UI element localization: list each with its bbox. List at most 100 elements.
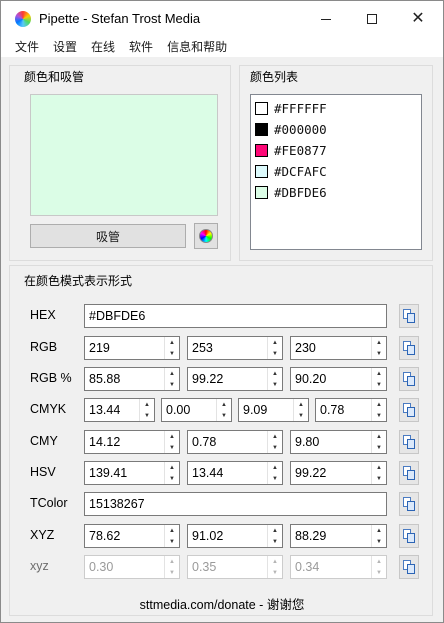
copy-hex-button[interactable] [399, 304, 419, 328]
spin-down-icon[interactable]: ▼ [165, 379, 179, 390]
xyz-small-z-spinner[interactable]: 0.34 ▲ ▼ [290, 555, 387, 579]
spin-down-icon[interactable]: ▼ [165, 567, 179, 578]
rgb-g-spinner[interactable]: 253 ▲ ▼ [187, 336, 283, 360]
pipette-button[interactable]: 吸管 [30, 224, 186, 248]
spin-down-icon[interactable]: ▼ [372, 442, 386, 453]
spin-buttons[interactable]: ▲ ▼ [371, 462, 386, 484]
cmyk-k-spinner[interactable]: 0.78 ▲ ▼ [315, 398, 387, 422]
color-preview[interactable] [30, 94, 218, 216]
spin-buttons[interactable]: ▲ ▼ [164, 368, 179, 390]
menu-file[interactable]: 文件 [1, 37, 45, 57]
maximize-button[interactable] [349, 1, 395, 37]
copy-cmy-button[interactable] [399, 430, 419, 454]
cmyk-y-spinner[interactable]: 9.09 ▲ ▼ [238, 398, 309, 422]
spin-up-icon[interactable]: ▲ [372, 525, 386, 536]
spin-buttons[interactable]: ▲ ▼ [371, 399, 386, 421]
cmyk-c-spinner[interactable]: 13.44 ▲ ▼ [84, 398, 155, 422]
copy-rgb-button[interactable] [399, 336, 419, 360]
cmy-c-spinner[interactable]: 14.12 ▲ ▼ [84, 430, 180, 454]
color-list[interactable]: #FFFFFF #000000 #FE0877 #DCFAFC #DBFDE6 [250, 94, 422, 250]
spin-up-icon[interactable]: ▲ [268, 462, 282, 473]
spin-buttons[interactable]: ▲ ▼ [267, 556, 282, 578]
spin-up-icon[interactable]: ▲ [165, 525, 179, 536]
spin-buttons[interactable]: ▲ ▼ [267, 462, 282, 484]
spin-buttons[interactable]: ▲ ▼ [371, 337, 386, 359]
rgb-r-spinner[interactable]: 219 ▲ ▼ [84, 336, 180, 360]
spin-down-icon[interactable]: ▼ [268, 536, 282, 547]
spin-up-icon[interactable]: ▲ [165, 368, 179, 379]
copy-tcolor-button[interactable] [399, 492, 419, 516]
menu-settings[interactable]: 设置 [45, 37, 83, 57]
spin-up-icon[interactable]: ▲ [165, 431, 179, 442]
copy-xyz-button[interactable] [399, 524, 419, 548]
spin-down-icon[interactable]: ▼ [372, 567, 386, 578]
spin-down-icon[interactable]: ▼ [217, 410, 231, 421]
spin-down-icon[interactable]: ▼ [268, 567, 282, 578]
spin-up-icon[interactable]: ▲ [268, 431, 282, 442]
spin-up-icon[interactable]: ▲ [140, 399, 154, 410]
color-list-item[interactable]: #DCFAFC [251, 161, 421, 182]
spin-up-icon[interactable]: ▲ [165, 462, 179, 473]
spin-buttons[interactable]: ▲ ▼ [267, 525, 282, 547]
donate-link[interactable]: sttmedia.com/donate - 谢谢您 [10, 594, 434, 613]
spin-up-icon[interactable]: ▲ [165, 556, 179, 567]
spin-buttons[interactable]: ▲ ▼ [267, 431, 282, 453]
spin-down-icon[interactable]: ▼ [372, 536, 386, 547]
menu-software[interactable]: 软件 [121, 37, 159, 57]
spin-down-icon[interactable]: ▼ [268, 442, 282, 453]
cmyk-m-spinner[interactable]: 0.00 ▲ ▼ [161, 398, 232, 422]
spin-up-icon[interactable]: ▲ [268, 525, 282, 536]
xyz-z-spinner[interactable]: 88.29 ▲ ▼ [290, 524, 387, 548]
spin-down-icon[interactable]: ▼ [268, 348, 282, 359]
rgb-percent-b-spinner[interactable]: 90.20 ▲ ▼ [290, 367, 387, 391]
spin-up-icon[interactable]: ▲ [294, 399, 308, 410]
hsv-s-spinner[interactable]: 13.44 ▲ ▼ [187, 461, 283, 485]
hsv-v-spinner[interactable]: 99.22 ▲ ▼ [290, 461, 387, 485]
spin-up-icon[interactable]: ▲ [165, 337, 179, 348]
menu-help[interactable]: 信息和帮助 [159, 37, 233, 57]
spin-buttons[interactable]: ▲ ▼ [267, 337, 282, 359]
rgb-b-spinner[interactable]: 230 ▲ ▼ [290, 336, 387, 360]
xyz-x-spinner[interactable]: 78.62 ▲ ▼ [84, 524, 180, 548]
spin-buttons[interactable]: ▲ ▼ [164, 337, 179, 359]
spin-up-icon[interactable]: ▲ [372, 368, 386, 379]
color-list-item[interactable]: #000000 [251, 119, 421, 140]
copy-cmyk-button[interactable] [399, 398, 419, 422]
spin-buttons[interactable]: ▲ ▼ [267, 368, 282, 390]
color-list-item[interactable]: #FFFFFF [251, 98, 421, 119]
copy-xyz-small-button[interactable] [399, 555, 419, 579]
spin-buttons[interactable]: ▲ ▼ [139, 399, 154, 421]
rgb-percent-r-spinner[interactable]: 85.88 ▲ ▼ [84, 367, 180, 391]
spin-down-icon[interactable]: ▼ [372, 410, 386, 421]
spin-down-icon[interactable]: ▼ [165, 536, 179, 547]
spin-up-icon[interactable]: ▲ [372, 556, 386, 567]
color-list-item[interactable]: #DBFDE6 [251, 182, 421, 203]
minimize-button[interactable] [303, 1, 349, 37]
spin-down-icon[interactable]: ▼ [165, 442, 179, 453]
spin-buttons[interactable]: ▲ ▼ [293, 399, 308, 421]
spin-up-icon[interactable]: ▲ [372, 431, 386, 442]
spin-buttons[interactable]: ▲ ▼ [164, 462, 179, 484]
spin-buttons[interactable]: ▲ ▼ [164, 431, 179, 453]
spin-up-icon[interactable]: ▲ [372, 399, 386, 410]
rgb-percent-g-spinner[interactable]: 99.22 ▲ ▼ [187, 367, 283, 391]
spin-buttons[interactable]: ▲ ▼ [371, 525, 386, 547]
tcolor-input[interactable]: 15138267 [84, 492, 387, 516]
spin-down-icon[interactable]: ▼ [372, 473, 386, 484]
spin-up-icon[interactable]: ▲ [217, 399, 231, 410]
spin-up-icon[interactable]: ▲ [268, 337, 282, 348]
copy-hsv-button[interactable] [399, 461, 419, 485]
xyz-small-x-spinner[interactable]: 0.30 ▲ ▼ [84, 555, 180, 579]
spin-buttons[interactable]: ▲ ▼ [371, 556, 386, 578]
cmy-m-spinner[interactable]: 0.78 ▲ ▼ [187, 430, 283, 454]
spin-down-icon[interactable]: ▼ [140, 410, 154, 421]
spin-buttons[interactable]: ▲ ▼ [164, 556, 179, 578]
spin-buttons[interactable]: ▲ ▼ [216, 399, 231, 421]
spin-buttons[interactable]: ▲ ▼ [371, 368, 386, 390]
spin-down-icon[interactable]: ▼ [165, 348, 179, 359]
spin-up-icon[interactable]: ▲ [372, 462, 386, 473]
hsv-h-spinner[interactable]: 139.41 ▲ ▼ [84, 461, 180, 485]
spin-down-icon[interactable]: ▼ [294, 410, 308, 421]
hex-input[interactable]: #DBFDE6 [84, 304, 387, 328]
spin-buttons[interactable]: ▲ ▼ [371, 431, 386, 453]
